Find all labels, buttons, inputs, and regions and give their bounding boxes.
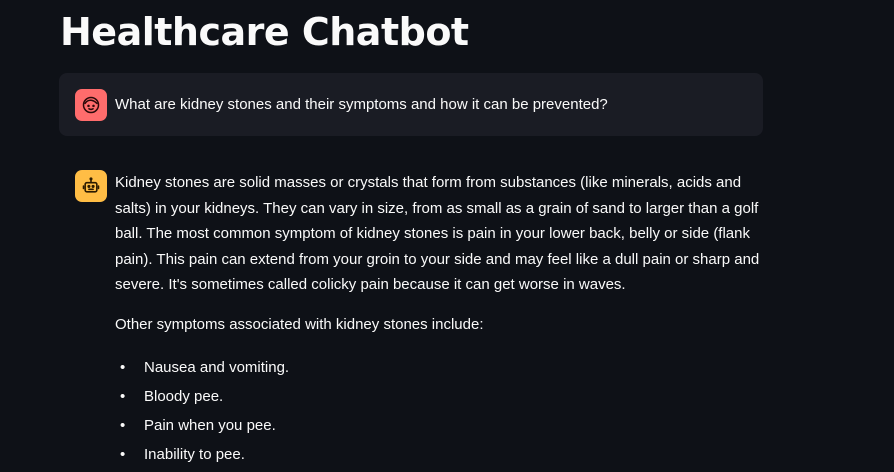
list-item-text: Pain when you pee. bbox=[144, 416, 276, 434]
list-item: • Inability to pee. bbox=[120, 440, 765, 469]
list-item: • Nausea and vomiting. bbox=[120, 353, 765, 382]
user-avatar bbox=[75, 89, 107, 121]
list-item-text: Inability to pee. bbox=[144, 445, 245, 463]
symptom-list: • Nausea and vomiting. • Bloody pee. • Pain… bbox=[115, 353, 765, 469]
assistant-avatar bbox=[75, 170, 107, 202]
bullet-icon: • bbox=[120, 445, 126, 463]
user-message: What are kidney stones and their symptom… bbox=[59, 73, 763, 136]
robot-icon bbox=[82, 177, 100, 193]
user-message-text: What are kidney stones and their symptom… bbox=[115, 96, 608, 113]
assistant-message: Kidney stones are solid masses or crysta… bbox=[115, 170, 765, 469]
list-item-text: Nausea and vomiting. bbox=[144, 358, 290, 376]
bullet-icon: • bbox=[120, 358, 126, 376]
page-title: Healthcare Chatbot bbox=[60, 10, 469, 54]
bullet-icon: • bbox=[120, 387, 126, 405]
list-item: • Pain when you pee. bbox=[120, 411, 765, 440]
assistant-paragraph: Other symptoms associated with kidney st… bbox=[115, 315, 484, 333]
assistant-paragraph: Kidney stones are solid masses or crysta… bbox=[115, 174, 760, 294]
chat-page: Healthcare Chatbot What are kidney stone… bbox=[0, 0, 894, 472]
bullet-icon: • bbox=[120, 416, 126, 434]
list-item-text: Bloody pee. bbox=[144, 387, 224, 405]
face-icon bbox=[82, 96, 100, 114]
list-item: • Bloody pee. bbox=[120, 382, 765, 411]
